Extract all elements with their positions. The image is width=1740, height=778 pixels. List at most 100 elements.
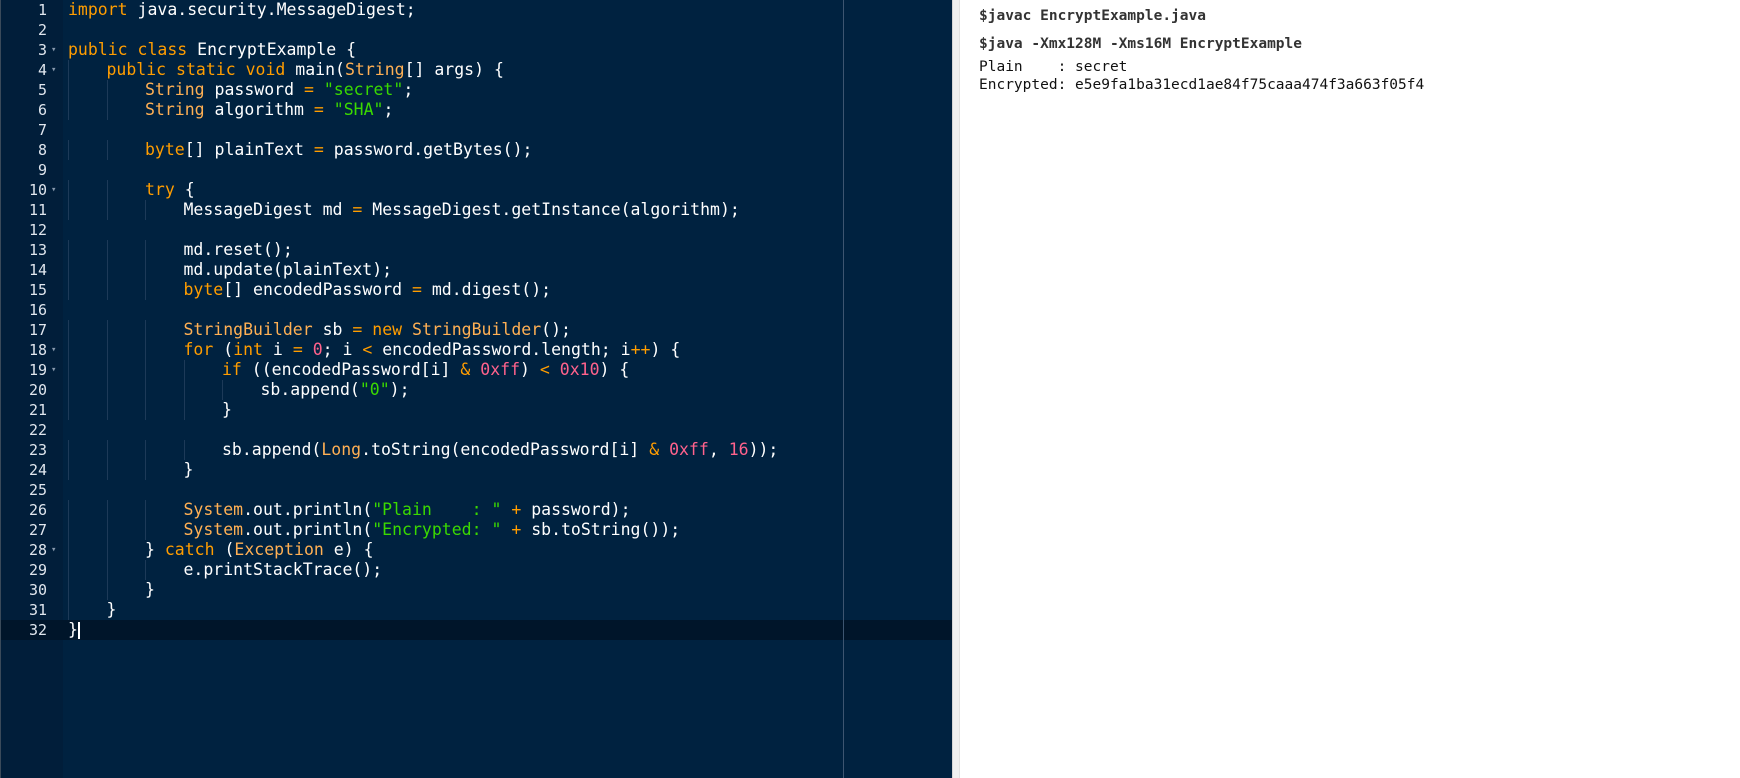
code-line[interactable]: 14 md.update(plainText); bbox=[1, 260, 952, 280]
code-line[interactable]: 11 MessageDigest md = MessageDigest.getIn… bbox=[1, 200, 952, 220]
code-token: System bbox=[183, 520, 244, 539]
code-text: String algorithm = "SHA"; bbox=[145, 100, 393, 120]
fold-arrow-icon[interactable]: ▾ bbox=[51, 340, 56, 360]
code-token: [] args) { bbox=[404, 60, 504, 79]
code-token: e) { bbox=[323, 540, 374, 559]
pane-splitter[interactable] bbox=[952, 0, 960, 778]
code-token: [] plainText bbox=[184, 140, 314, 159]
code-line[interactable]: 1 import java.security.MessageDigest; bbox=[1, 0, 952, 20]
indent-guide bbox=[68, 180, 69, 200]
fold-arrow-icon[interactable]: ▾ bbox=[51, 60, 56, 80]
indent-guide bbox=[106, 200, 108, 220]
code-line[interactable]: 8 byte[] plainText = password.getBytes(); bbox=[1, 140, 952, 160]
indent-guide bbox=[68, 320, 69, 340]
code-line[interactable]: 27 System.out.println("Encrypted: " + sb.… bbox=[1, 520, 952, 540]
code-line[interactable]: 3 ▾ public class EncryptExample { bbox=[1, 40, 952, 60]
code-line[interactable]: 19 ▾ if ((encodedPassword[i] & 0xff) < 0x1… bbox=[1, 360, 952, 380]
indent-guide bbox=[145, 280, 146, 300]
code-text: MessageDigest md = MessageDigest.getInst… bbox=[184, 200, 740, 220]
code-token: password bbox=[204, 80, 304, 99]
indent-guide bbox=[68, 260, 69, 280]
indent-guide bbox=[106, 340, 108, 360]
code-token: StringBuilder bbox=[183, 320, 313, 339]
indent-guide bbox=[106, 560, 108, 580]
code-text: public class EncryptExample { bbox=[68, 40, 356, 60]
code-line[interactable]: 10 ▾ try { bbox=[1, 180, 952, 200]
line-number: 2 bbox=[37, 21, 47, 39]
code-token: Long bbox=[321, 440, 362, 459]
indent-guide bbox=[68, 520, 69, 540]
code-token: algorithm bbox=[204, 100, 314, 119]
code-token: + bbox=[511, 500, 522, 519]
code-line[interactable]: 26 System.out.println("Plain : " + passwo… bbox=[1, 500, 952, 520]
code-line[interactable]: 20 sb.append("0"); bbox=[1, 380, 952, 400]
line-number: 10 bbox=[28, 181, 47, 199]
line-number: 23 bbox=[28, 441, 47, 459]
code-token: = bbox=[313, 140, 324, 159]
code-token: 0xff bbox=[669, 440, 709, 459]
indent-guide bbox=[106, 80, 108, 100]
code-text: sb.append("0"); bbox=[261, 380, 410, 400]
fold-arrow-icon[interactable]: ▾ bbox=[51, 360, 56, 380]
code-line[interactable]: 15 byte[] encodedPassword = md.digest(); bbox=[1, 280, 952, 300]
code-line[interactable]: 28 ▾} catch (Exception e) { bbox=[1, 540, 952, 560]
code-line[interactable]: 7 bbox=[1, 120, 952, 140]
code-line[interactable]: 4 ▾ public static void main(String[] args)… bbox=[1, 60, 952, 80]
code-text: byte[] plainText = password.getBytes(); bbox=[145, 140, 532, 160]
code-line[interactable]: 2 bbox=[1, 20, 952, 40]
code-line[interactable]: 6 String algorithm = "SHA"; bbox=[1, 100, 952, 120]
code-line[interactable]: 24} bbox=[1, 460, 952, 480]
code-token: "Encrypted: " bbox=[372, 520, 502, 539]
code-token: sb.append( bbox=[260, 380, 360, 399]
fold-arrow-icon[interactable]: ▾ bbox=[51, 40, 56, 60]
line-number: 3 bbox=[37, 41, 47, 59]
code-token: & bbox=[649, 440, 660, 459]
code-token: sb bbox=[312, 320, 353, 339]
indent-guide bbox=[68, 400, 69, 420]
code-token: String bbox=[344, 60, 405, 79]
code-editor[interactable]: 1 import java.security.MessageDigest; 2 3 ▾ p… bbox=[0, 0, 952, 778]
indent-guide bbox=[183, 440, 185, 460]
indent-guide bbox=[106, 500, 108, 520]
code-text: e.printStackTrace(); bbox=[184, 560, 383, 580]
indent-guide bbox=[106, 180, 108, 200]
code-line[interactable]: 23 sb.append(Long.toString(encodedPasswor… bbox=[1, 440, 952, 460]
indent-guide bbox=[68, 560, 69, 580]
code-line[interactable]: 22 bbox=[1, 420, 952, 440]
code-token: ++ bbox=[630, 340, 651, 359]
code-token: ) { bbox=[650, 340, 681, 359]
code-text: } bbox=[145, 580, 155, 600]
line-number: 26 bbox=[28, 501, 47, 519]
code-text: } catch (Exception e) { bbox=[145, 540, 374, 560]
indent-guide bbox=[106, 240, 108, 260]
code-token: & bbox=[460, 360, 471, 379]
code-line[interactable]: 5 String password = "secret"; bbox=[1, 80, 952, 100]
code-line[interactable]: 32} bbox=[1, 620, 952, 640]
code-token: int bbox=[233, 340, 263, 359]
code-line[interactable]: 12 bbox=[1, 220, 952, 240]
code-line[interactable]: 18 ▾ for (int i = 0; i < encodedPassword.l… bbox=[1, 340, 952, 360]
code-line[interactable]: 21} bbox=[1, 400, 952, 420]
code-line[interactable]: 29 e.printStackTrace(); bbox=[1, 560, 952, 580]
indent-guide bbox=[106, 140, 108, 160]
code-text: import java.security.MessageDigest; bbox=[68, 0, 416, 20]
line-number: 17 bbox=[28, 321, 47, 339]
code-token: < bbox=[539, 360, 550, 379]
code-line[interactable]: 30} bbox=[1, 580, 952, 600]
fold-arrow-icon[interactable]: ▾ bbox=[51, 540, 56, 560]
code-line[interactable]: 13 md.reset(); bbox=[1, 240, 952, 260]
indent-guide bbox=[145, 340, 146, 360]
code-text: for (int i = 0; i < encodedPassword.leng… bbox=[184, 340, 681, 360]
code-line[interactable]: 9 bbox=[1, 160, 952, 180]
code-line[interactable]: 16 bbox=[1, 300, 952, 320]
line-number: 14 bbox=[28, 261, 47, 279]
fold-arrow-icon[interactable]: ▾ bbox=[51, 180, 56, 200]
code-line[interactable]: 17 StringBuilder sb = new StringBuilder()… bbox=[1, 320, 952, 340]
code-token: class bbox=[137, 40, 188, 59]
line-number: 6 bbox=[37, 101, 47, 119]
code-line[interactable]: 25 bbox=[1, 480, 952, 500]
indent-guide bbox=[106, 460, 108, 480]
code-line[interactable]: 31} bbox=[1, 600, 952, 620]
